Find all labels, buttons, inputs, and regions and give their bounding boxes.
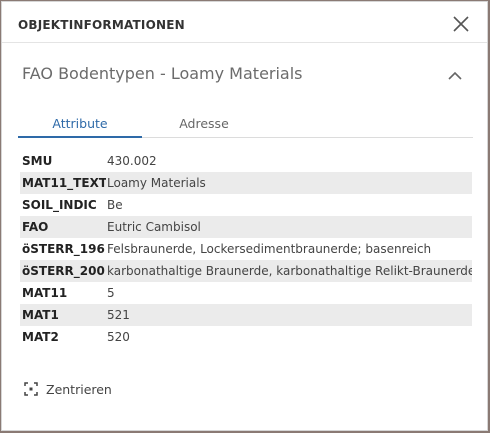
chevron-up-icon[interactable]	[447, 67, 463, 80]
close-icon[interactable]	[453, 16, 469, 32]
attribute-key: SOIL_INDIC	[22, 198, 97, 212]
table-row: MAT11_TEXT Loamy Materials	[20, 172, 472, 194]
attribute-value: 430.002	[107, 154, 157, 168]
tab-bar: Attribute Adresse	[18, 112, 473, 138]
table-row: FAO Eutric Cambisol	[20, 216, 472, 238]
attribute-key: MAT11	[22, 286, 68, 300]
attribute-key: öSTERR_200	[20, 260, 106, 282]
attribute-key: MAT2	[22, 330, 59, 344]
table-row: MAT2 520	[20, 326, 472, 348]
panel-title: OBJEKTINFORMATIONEN	[18, 18, 185, 32]
attribute-value: karbonathaltige Braunerde, karbonathalti…	[106, 260, 472, 282]
table-row: SOIL_INDIC Be	[20, 194, 472, 216]
attribute-table: SMU 430.002 MAT11_TEXT Loamy Materials S…	[20, 150, 472, 348]
object-info-panel: OBJEKTINFORMATIONEN FAO Bodentypen - Loa…	[1, 1, 488, 431]
attribute-key: FAO	[20, 216, 106, 238]
attribute-key: öSTERR_196	[22, 242, 105, 256]
section-title[interactable]: FAO Bodentypen - Loamy Materials	[22, 64, 303, 83]
table-row: MAT1 521	[20, 304, 472, 326]
attribute-key: SMU	[22, 154, 53, 168]
table-row: öSTERR_200 karbonathaltige Braunerde, ka…	[20, 260, 472, 282]
attribute-value: Be	[107, 198, 123, 212]
attribute-value: 520	[107, 330, 130, 344]
attribute-value: Felsbraunerde, Lockersedimentbraunerde; …	[107, 242, 432, 256]
center-button-label: Zentrieren	[46, 381, 112, 397]
attribute-value: Loamy Materials	[106, 172, 472, 194]
attribute-key: MAT1	[20, 304, 106, 326]
center-focus-icon	[24, 382, 38, 396]
attribute-value: 521	[106, 304, 472, 326]
center-button[interactable]: Zentrieren	[24, 380, 112, 398]
tab-adresse[interactable]: Adresse	[142, 112, 266, 138]
table-row: MAT11 5	[20, 282, 472, 304]
table-row: öSTERR_196 Felsbraunerde, Lockersediment…	[20, 238, 472, 260]
table-row: SMU 430.002	[20, 150, 472, 172]
attribute-key: MAT11_TEXT	[20, 172, 106, 194]
panel-header: OBJEKTINFORMATIONEN	[2, 2, 487, 43]
attribute-value: 5	[107, 286, 115, 300]
attribute-value: Eutric Cambisol	[106, 216, 472, 238]
tab-attribute[interactable]: Attribute	[18, 112, 142, 138]
